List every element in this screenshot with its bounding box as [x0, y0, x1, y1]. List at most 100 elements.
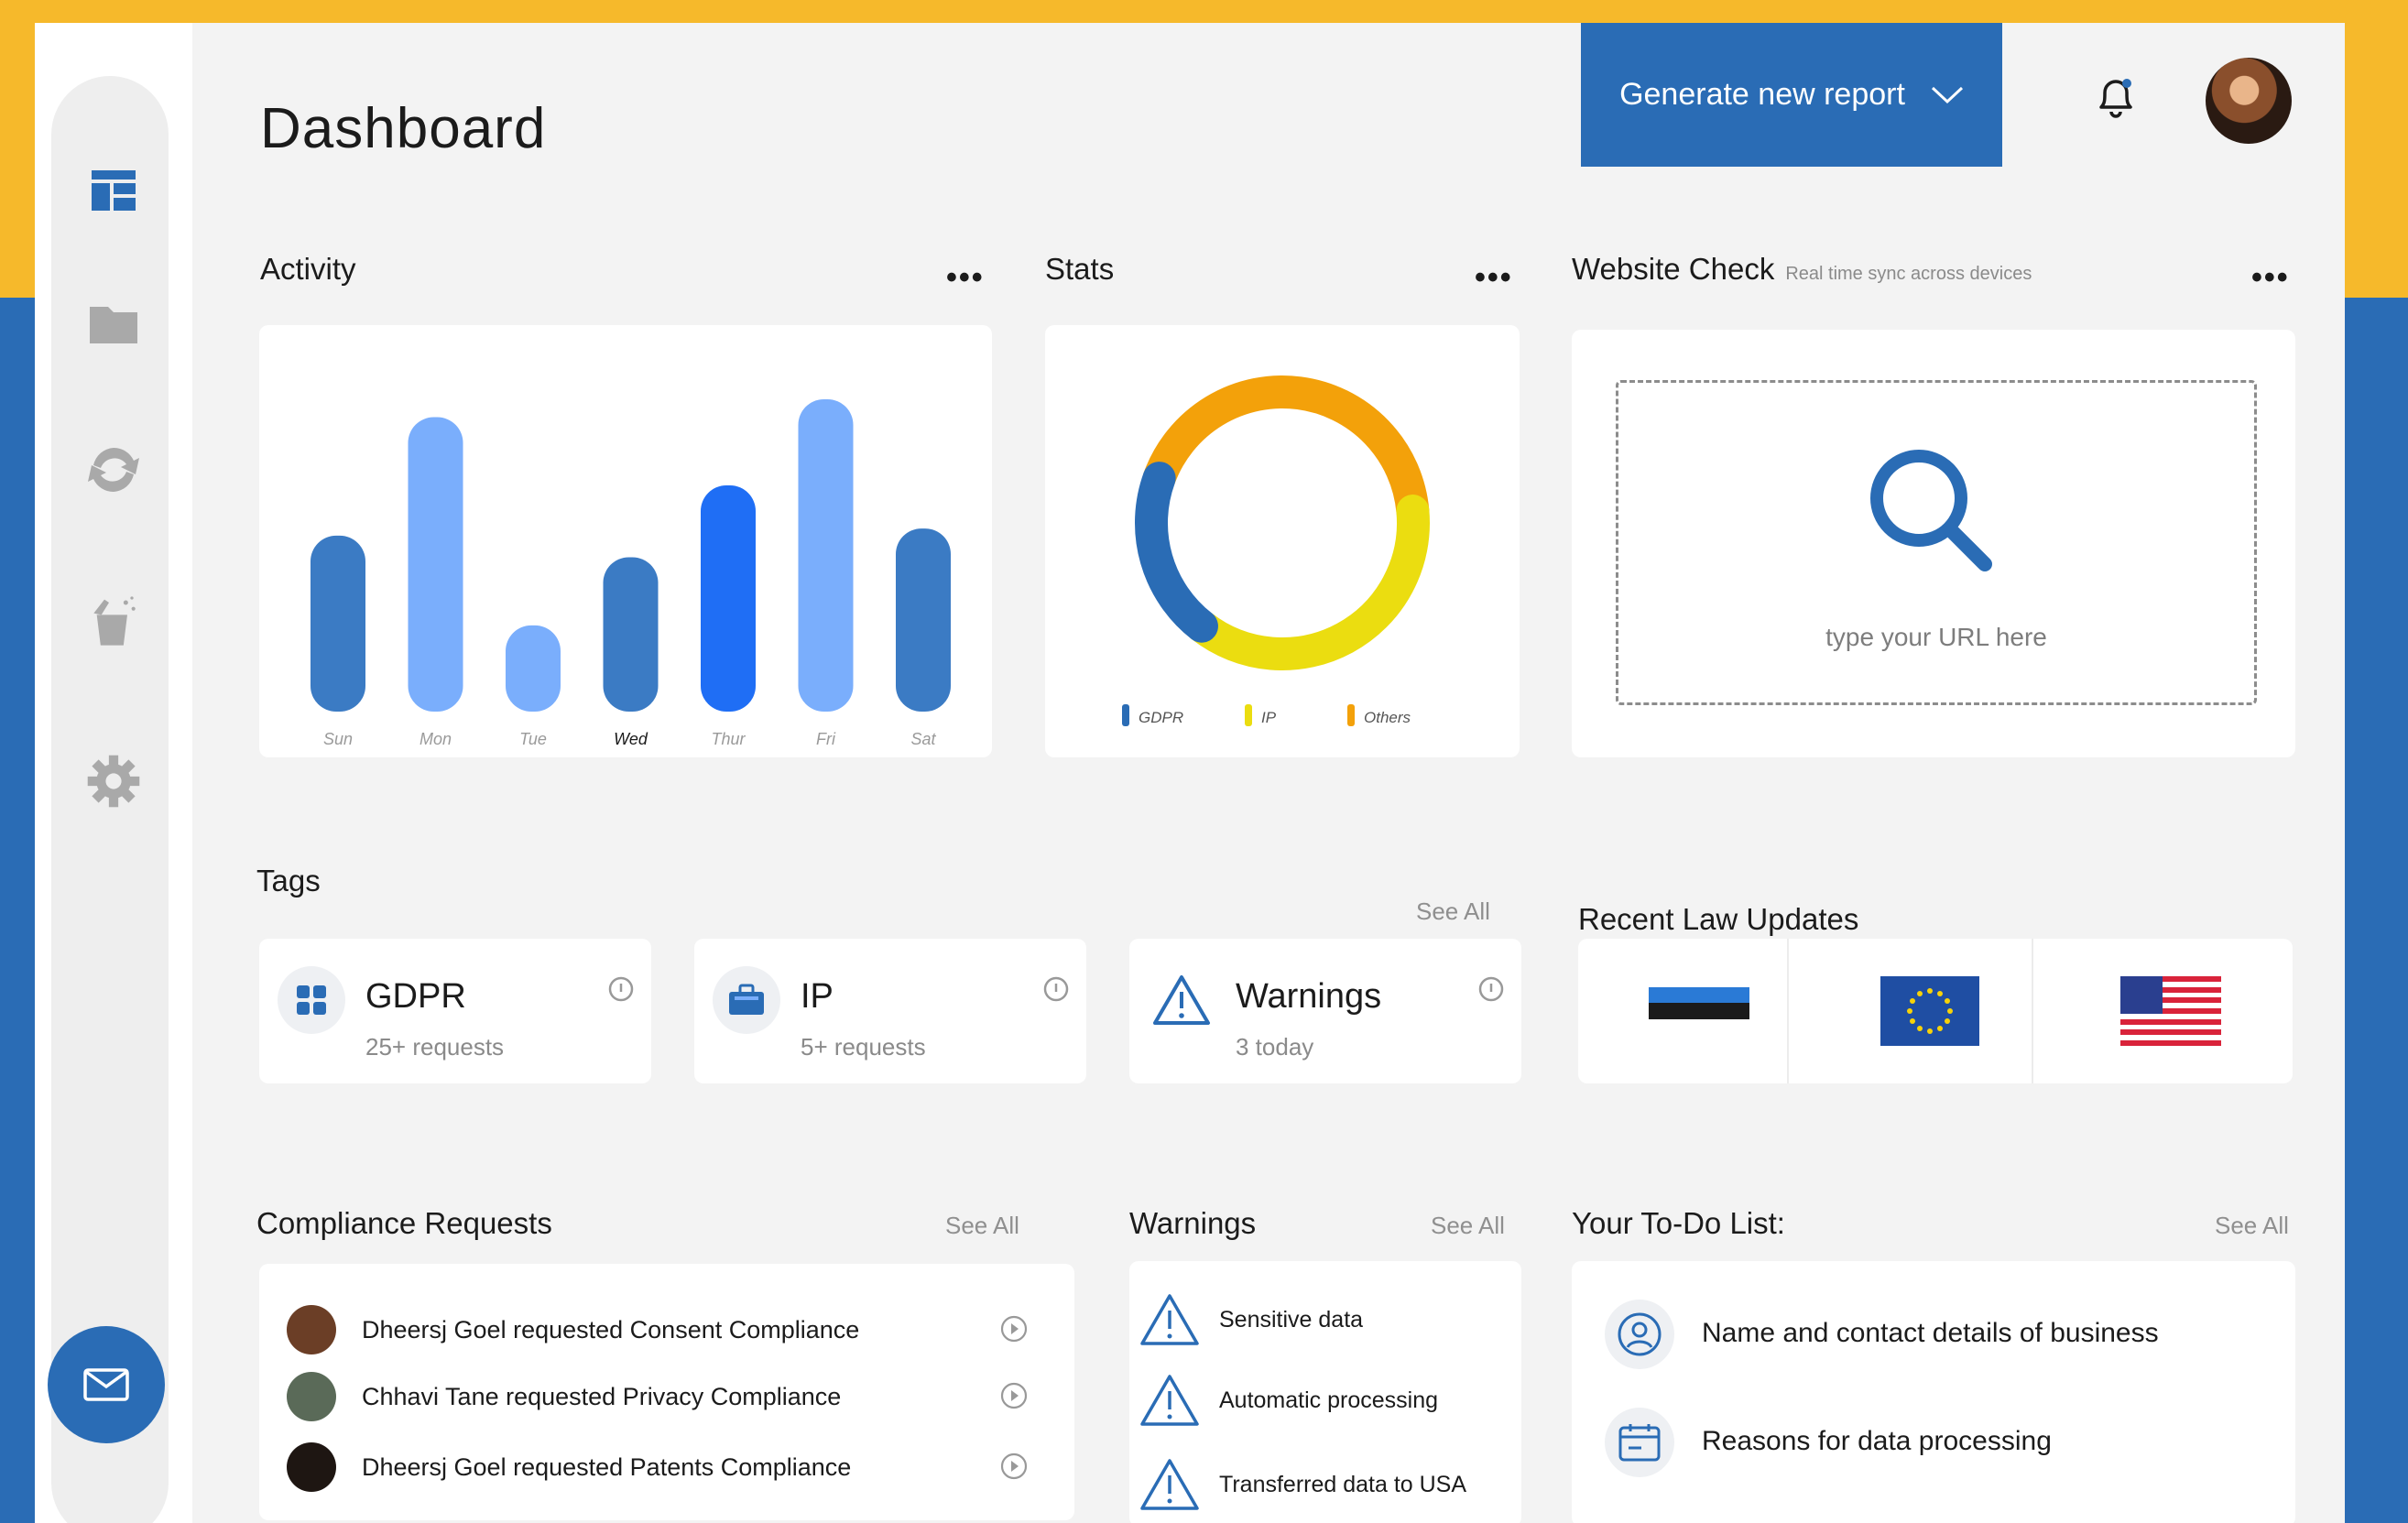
slice-gdpr[interactable]: [1135, 462, 1218, 643]
tag-card-ip[interactable]: IP 5+ requests: [694, 939, 1086, 1083]
mail-button[interactable]: [48, 1326, 165, 1443]
slice-ip[interactable]: [1184, 495, 1430, 670]
request-text: Dheersj Goel requested Patents Complianc…: [362, 1453, 852, 1481]
compliance-see-all-link[interactable]: See All: [945, 1212, 1019, 1240]
bar-sat[interactable]: [896, 528, 951, 712]
user-circle-icon: [1605, 1300, 1674, 1369]
briefcase-icon: [713, 966, 780, 1034]
dashboard-icon[interactable]: [86, 163, 141, 218]
user-avatar[interactable]: [2206, 58, 2292, 144]
flag-cell-usa[interactable]: [2050, 939, 2292, 1083]
list-item[interactable]: Automatic processing: [1139, 1371, 1505, 1430]
calendar-icon: [1605, 1408, 1674, 1477]
list-item[interactable]: Name and contact details of business: [1605, 1300, 2283, 1373]
list-item[interactable]: Sensitive data: [1139, 1290, 1505, 1349]
slice-others[interactable]: [1142, 375, 1430, 528]
website-check-title: Website Check Real time sync across devic…: [1572, 252, 2032, 287]
url-input-hint: type your URL here: [1825, 623, 2047, 651]
stats-donut-chart: GDPR IP Others: [1122, 375, 1430, 726]
bar-mon[interactable]: [408, 417, 463, 712]
avatar: [287, 1372, 336, 1421]
grid-icon: [278, 966, 345, 1034]
list-item[interactable]: Reasons for data processing: [1605, 1408, 2283, 1481]
list-item[interactable]: Dheersj Goel requested Patents Complianc…: [287, 1442, 1029, 1494]
generate-report-button[interactable]: Generate new report: [1581, 23, 2002, 167]
eu-flag-icon: [1880, 976, 1979, 1046]
activity-menu-icon[interactable]: •••: [946, 262, 985, 293]
stats-title: Stats: [1045, 252, 1115, 286]
tag-card-gdpr[interactable]: GDPR 25+ requests: [259, 939, 651, 1083]
sync-icon[interactable]: [86, 442, 141, 497]
tags-title: Tags: [256, 864, 321, 897]
website-check-menu-icon[interactable]: •••: [2251, 262, 2290, 293]
tag-name: IP: [801, 977, 834, 1016]
play-circle-icon[interactable]: [999, 1381, 1029, 1410]
x-tick-label: Tue: [519, 730, 547, 748]
flag-cell-estonia[interactable]: [1578, 939, 1820, 1083]
website-check-subtitle: Real time sync across devices: [1785, 264, 2032, 284]
bar-thur[interactable]: [701, 485, 756, 712]
warning-text: Sensitive data: [1219, 1307, 1364, 1333]
warnings-card: Sensitive data Automatic processing Tran…: [1129, 1261, 1521, 1523]
x-tick-label: Mon: [419, 730, 452, 748]
tag-count: 3 today: [1236, 1033, 1314, 1061]
request-text: Chhavi Tane requested Privacy Compliance: [362, 1383, 842, 1410]
stats-menu-icon[interactable]: •••: [1475, 262, 1513, 293]
legend-swatch: [1347, 704, 1355, 726]
law-updates-card: [1578, 939, 2293, 1083]
page-title: Dashboard: [260, 97, 547, 160]
todo-see-all-link[interactable]: See All: [2215, 1212, 2289, 1240]
search-icon: [1870, 450, 1992, 571]
law-updates-title: Recent Law Updates: [1578, 902, 1859, 936]
tags-see-all-link[interactable]: See All: [1416, 897, 1490, 926]
flag-divider: [1787, 939, 1789, 1083]
folder-icon[interactable]: [86, 296, 141, 351]
flag-cell-eu[interactable]: [1809, 939, 2051, 1083]
x-tick-label: Fri: [816, 730, 836, 748]
estonia-flag-icon: [1649, 987, 1749, 1035]
tag-card-warnings[interactable]: Warnings 3 today: [1129, 939, 1521, 1083]
stats-card: GDPR IP Others: [1045, 325, 1520, 757]
bar-wed[interactable]: [603, 557, 659, 712]
bar-fri[interactable]: [798, 398, 854, 712]
usa-flag-icon: [2120, 976, 2221, 1046]
website-check-card: type your URL here: [1572, 330, 2295, 757]
list-item[interactable]: Transferred data to USA: [1139, 1455, 1505, 1514]
warnings-title: Warnings: [1129, 1206, 1257, 1240]
gear-icon[interactable]: [86, 754, 141, 809]
legend-swatch: [1122, 704, 1129, 726]
legend-label: GDPR: [1139, 709, 1183, 726]
notification-bell-icon[interactable]: [2088, 69, 2143, 124]
list-item[interactable]: Dheersj Goel requested Consent Complianc…: [287, 1305, 1029, 1356]
avatar: [287, 1442, 336, 1492]
generate-report-label: Generate new report: [1619, 77, 1905, 112]
warning-text: Automatic processing: [1219, 1387, 1439, 1413]
play-circle-icon[interactable]: [999, 1452, 1029, 1481]
bar-tue[interactable]: [506, 625, 561, 712]
x-tick-label: Sat: [910, 730, 936, 748]
list-item[interactable]: Chhavi Tane requested Privacy Compliance: [287, 1372, 1029, 1423]
play-circle-icon[interactable]: [999, 1314, 1029, 1344]
warning-icon: [1148, 966, 1215, 1034]
bar-sun[interactable]: [311, 535, 365, 712]
website-check-title-text: Website Check: [1572, 252, 1775, 286]
url-dropzone[interactable]: type your URL here: [1616, 380, 2257, 705]
info-icon[interactable]: [1042, 975, 1070, 1003]
tag-name: Warnings: [1236, 977, 1382, 1016]
todo-card: Name and contact details of business Rea…: [1572, 1261, 2295, 1523]
todo-text: Name and contact details of business: [1702, 1318, 2159, 1348]
chevron-down-icon: [1931, 86, 1963, 103]
compliance-card: Dheersj Goel requested Consent Complianc…: [259, 1264, 1074, 1520]
request-text: Dheersj Goel requested Consent Complianc…: [362, 1316, 860, 1344]
info-icon[interactable]: [1477, 975, 1505, 1003]
x-tick-label: Sun: [323, 730, 353, 748]
flag-divider: [2032, 939, 2033, 1083]
warning-icon: [1140, 1375, 1199, 1426]
legend-swatch: [1245, 704, 1252, 726]
todo-text: Reasons for data processing: [1702, 1426, 2052, 1456]
warnings-see-all-link[interactable]: See All: [1431, 1212, 1505, 1240]
x-tick-label: Wed: [614, 730, 648, 748]
activity-title: Activity: [260, 252, 356, 286]
clean-bucket-icon[interactable]: [86, 593, 141, 648]
info-icon[interactable]: [607, 975, 635, 1003]
